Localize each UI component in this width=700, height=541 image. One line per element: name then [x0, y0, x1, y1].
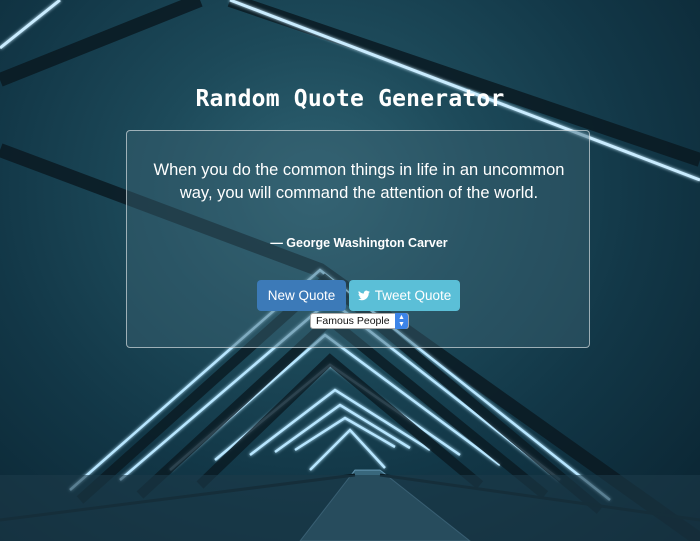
quote-author: — George Washington Carver	[270, 236, 448, 250]
page-title: Random Quote Generator	[195, 86, 505, 112]
chevron-updown-icon: ▲ ▼	[395, 313, 408, 329]
tweet-quote-button[interactable]: Tweet Quote	[349, 280, 460, 311]
quote-text: When you do the common things in life in…	[153, 161, 565, 202]
twitter-bird-icon	[357, 290, 370, 301]
category-select-value: Famous People	[316, 315, 390, 327]
category-select[interactable]: Famous People ▲ ▼	[310, 313, 409, 329]
new-quote-button[interactable]: New Quote	[257, 280, 346, 311]
tweet-quote-label: Tweet Quote	[374, 288, 452, 303]
new-quote-label: New Quote	[267, 288, 336, 303]
quote-card: When you do the common things in life in…	[126, 130, 590, 348]
